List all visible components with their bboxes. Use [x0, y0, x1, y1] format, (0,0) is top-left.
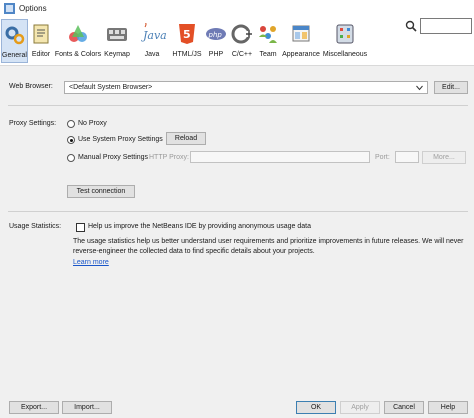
web-browser-select[interactable]: <Default System Browser>	[64, 81, 428, 94]
manual-proxy-label: Manual Proxy Settings	[78, 154, 149, 161]
tab-miscellaneous[interactable]: Miscellaneous	[322, 19, 368, 63]
tab-html-js-label: HTML/JS	[172, 51, 202, 58]
dialog-button-bar: Export... Import... OK Apply Cancel Help	[0, 396, 474, 418]
tab-php-label: PHP	[208, 51, 224, 58]
divider	[8, 105, 468, 106]
tab-java[interactable]: Java Java	[135, 19, 169, 63]
tab-c-cpp[interactable]: C/C++	[228, 19, 256, 63]
options-app-icon	[4, 3, 15, 14]
tab-editor[interactable]: Editor	[29, 19, 53, 63]
proxy-settings-label: Proxy Settings:	[9, 120, 57, 127]
export-button[interactable]: Export...	[9, 401, 59, 414]
divider	[8, 211, 468, 212]
keymap-icon	[107, 28, 127, 41]
apply-button[interactable]: Apply	[340, 401, 380, 414]
port-label: Port:	[375, 154, 390, 161]
help-button[interactable]: Help	[428, 401, 468, 414]
learn-more-link[interactable]: Learn more	[73, 259, 109, 266]
svg-text:5: 5	[183, 28, 191, 41]
web-browser-label: Web Browser:	[9, 83, 53, 90]
tab-fonts-colors[interactable]: Fonts & Colors	[54, 19, 102, 63]
no-proxy-radio[interactable]	[67, 120, 75, 128]
tab-team[interactable]: Team	[257, 19, 279, 63]
tab-general-label: General	[2, 52, 27, 59]
system-proxy-label: Use System Proxy Settings	[78, 136, 163, 143]
search-icon	[405, 20, 417, 32]
usage-statistics-label: Usage Statistics:	[9, 223, 62, 230]
appearance-icon	[292, 25, 310, 42]
tab-keymap[interactable]: Keymap	[103, 19, 131, 63]
general-options-panel: Web Browser: <Default System Browser> Ed…	[0, 65, 474, 396]
svg-text:php: php	[208, 31, 223, 39]
svg-text:Java: Java	[141, 29, 167, 42]
window-title: Options	[19, 4, 47, 13]
chevron-down-icon	[416, 85, 423, 91]
fonts-colors-icon	[69, 25, 87, 42]
http-proxy-label: HTTP Proxy:	[149, 154, 189, 161]
tab-miscellaneous-label: Miscellaneous	[322, 51, 368, 58]
tab-appearance[interactable]: Appearance	[281, 19, 321, 63]
tab-java-label: Java	[144, 51, 160, 58]
tab-editor-label: Editor	[31, 51, 51, 58]
tab-general[interactable]: General	[1, 19, 28, 63]
search-input[interactable]	[420, 18, 472, 34]
edit-browser-button[interactable]: Edit...	[434, 81, 468, 94]
php-icon: php	[206, 28, 226, 40]
manual-proxy-radio[interactable]	[67, 154, 75, 162]
no-proxy-label: No Proxy	[78, 120, 107, 127]
category-toolbar: General Editor Fonts & Colors Keymap Jav…	[0, 17, 474, 65]
cancel-button[interactable]: Cancel	[384, 401, 424, 414]
test-connection-button[interactable]: Test connection	[67, 185, 135, 198]
tab-php[interactable]: php PHP	[205, 19, 227, 63]
import-button[interactable]: Import...	[62, 401, 112, 414]
tab-keymap-label: Keymap	[104, 51, 130, 58]
usage-statistics-checkbox[interactable]	[76, 223, 85, 232]
port-input[interactable]	[395, 151, 419, 163]
http-proxy-input[interactable]	[190, 151, 370, 163]
system-proxy-radio[interactable]	[67, 136, 75, 144]
usage-statistics-checkbox-label: Help us improve the NetBeans IDE by prov…	[88, 223, 311, 230]
tab-appearance-label: Appearance	[282, 51, 320, 58]
tab-team-label: Team	[259, 51, 277, 58]
usage-statistics-description: The usage statistics help us better unde…	[73, 238, 464, 255]
tab-html-js[interactable]: 5 HTML/JS	[171, 19, 203, 63]
html5-icon: 5	[179, 24, 195, 44]
gear-icon	[5, 26, 24, 45]
tab-c-cpp-label: C/C++	[231, 51, 253, 58]
miscellaneous-icon	[336, 24, 354, 44]
reload-button[interactable]: Reload	[166, 132, 206, 145]
java-icon: Java	[141, 23, 167, 42]
tab-fonts-colors-label: Fonts & Colors	[54, 51, 102, 58]
more-proxy-button[interactable]: More...	[422, 151, 466, 164]
cpp-icon	[231, 24, 253, 44]
editor-icon	[33, 24, 49, 44]
ok-button[interactable]: OK	[296, 401, 336, 414]
team-icon	[259, 26, 277, 43]
title-bar: Options	[0, 0, 474, 17]
web-browser-value: <Default System Browser>	[69, 84, 153, 91]
